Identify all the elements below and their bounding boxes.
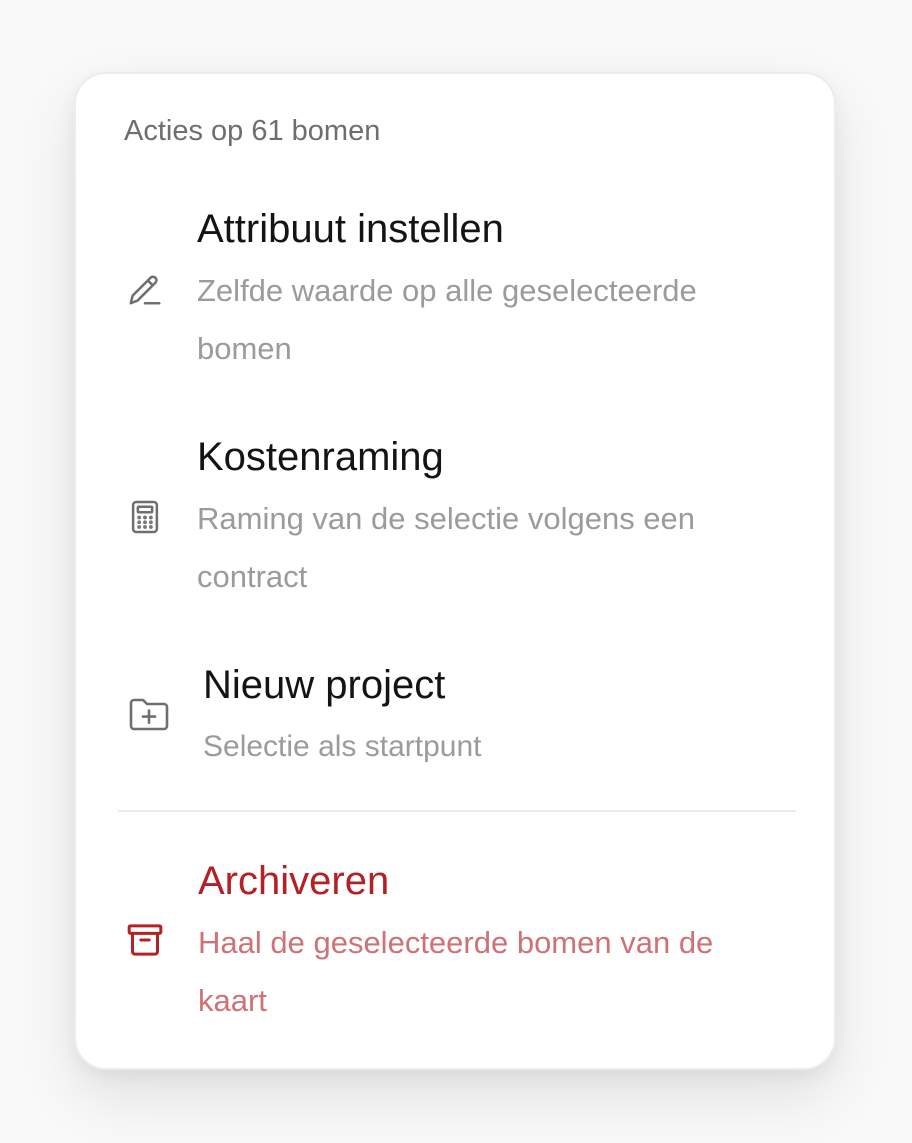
menu-item-title: Attribuut instellen — [197, 207, 504, 251]
menu-item-title: Nieuw project — [203, 663, 446, 707]
menu-item-title: Archiveren — [198, 859, 390, 903]
menu-item-title: Kostenraming — [197, 435, 444, 479]
menu-header: Acties op 61 bomen — [124, 115, 381, 147]
menu-item-new-project[interactable]: Nieuw project Selectie als startpunt — [76, 660, 834, 770]
folder-plus-icon — [125, 690, 173, 738]
pencil-icon — [126, 270, 164, 308]
menu-item-description: Zelfde waarde op alle geselecteerde bome… — [197, 273, 697, 366]
menu-item-archive[interactable]: Archiveren Haal de geselecteerde bomen v… — [76, 856, 834, 1036]
bulk-actions-menu: Acties op 61 bomen Attribuut instellen Z… — [74, 72, 836, 1070]
menu-item-cost-estimate[interactable]: Kostenraming Raming van de selectie volg… — [76, 432, 834, 612]
page: Acties op 61 bomen Attribuut instellen Z… — [0, 0, 912, 1143]
calculator-icon — [126, 498, 164, 536]
menu-item-description: Haal de geselecteerde bomen van de kaart — [198, 925, 714, 1018]
menu-item-description: Selectie als startpunt — [203, 730, 482, 763]
menu-item-set-attribute[interactable]: Attribuut instellen Zelfde waarde op all… — [76, 204, 834, 384]
menu-divider — [118, 810, 796, 812]
menu-item-description: Raming van de selectie volgens een contr… — [197, 501, 696, 594]
archive-icon — [125, 920, 165, 960]
